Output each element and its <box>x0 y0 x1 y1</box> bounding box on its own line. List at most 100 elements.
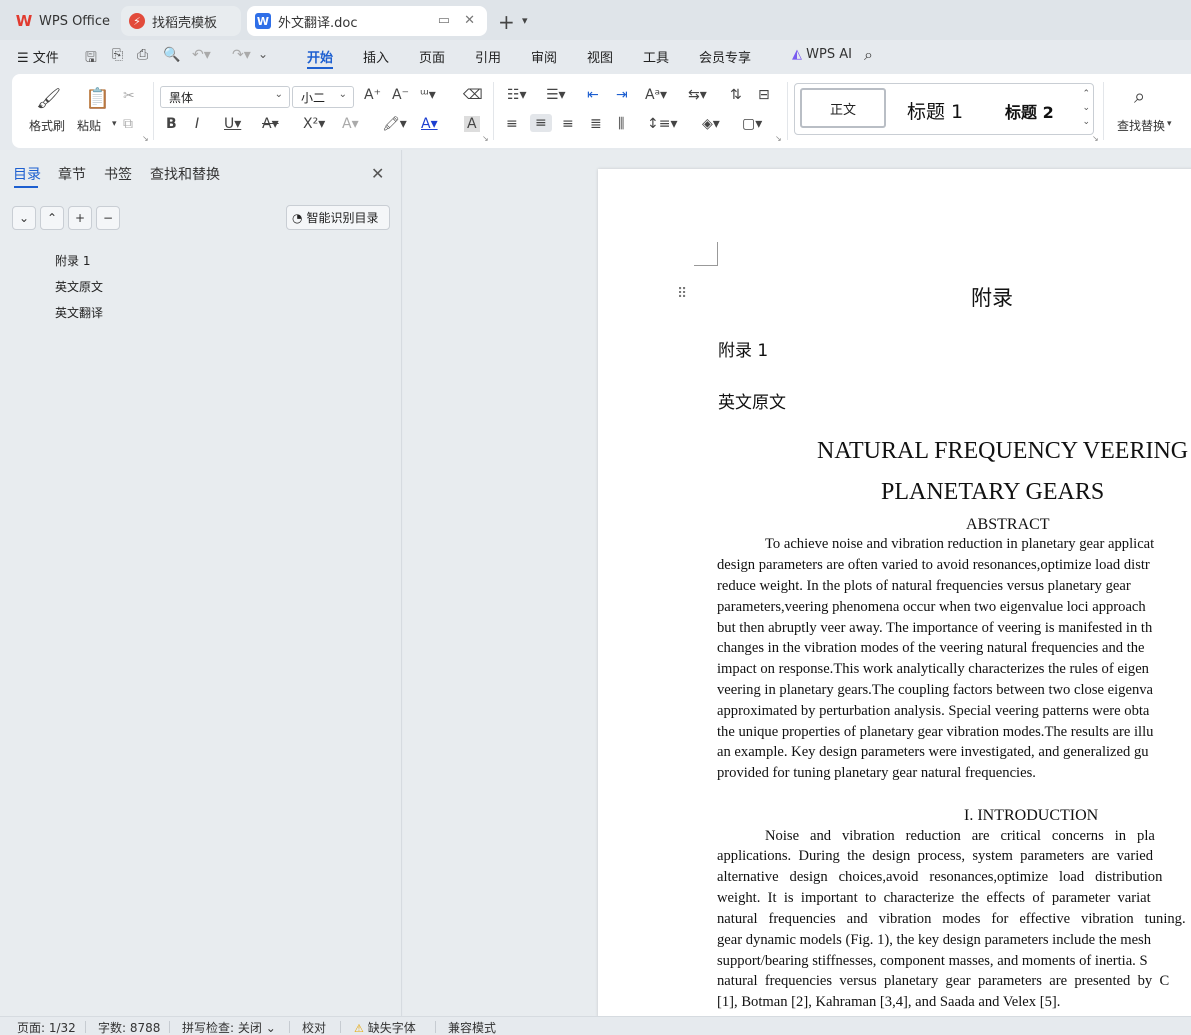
missing-fonts-button[interactable]: ⚠ 缺失字体 <box>354 1019 416 1035</box>
collapse-all-button[interactable]: ⌃ <box>40 206 64 230</box>
pane-tab-toc[interactable]: 目录 <box>13 164 41 184</box>
close-tab-icon[interactable]: ✕ <box>464 13 475 28</box>
share-link-icon[interactable]: ⎘ <box>112 47 123 63</box>
remove-heading-button[interactable]: − <box>96 206 120 230</box>
menu-tab-tools[interactable]: 工具 <box>643 47 669 66</box>
tab-template[interactable]: ⚡ 找稻壳模板 <box>121 6 241 36</box>
print-preview-icon[interactable]: 🔍 <box>163 47 180 63</box>
paste-chevron-icon[interactable]: ▾ <box>112 119 117 129</box>
strikethrough-icon[interactable]: A▾ <box>262 116 279 132</box>
underline-icon[interactable]: U▾ <box>224 116 241 132</box>
style-normal[interactable]: 正文 <box>800 88 886 128</box>
document-page[interactable]: ⠿ 附录 附录 1 英文原文 NATURAL FREQUENCY VEERING… <box>598 169 1191 1016</box>
toc-item[interactable]: 附录 1 <box>55 252 90 269</box>
tab-list-chevron-icon[interactable]: ▾ <box>522 14 528 27</box>
align-left-icon[interactable]: ≡ <box>506 116 518 132</box>
font-launcher-icon[interactable]: ↘ <box>482 134 489 143</box>
font-name-select[interactable]: 黑体 ⌄ <box>160 86 290 108</box>
menu-tab-reference[interactable]: 引用 <box>475 47 501 66</box>
smart-toc-button[interactable]: ◔ 智能识别目录 <box>286 205 390 230</box>
find-replace-label[interactable]: 查找替换 <box>1117 117 1165 134</box>
window-mode-icon[interactable]: ▭ <box>438 13 450 28</box>
drag-handle-icon[interactable]: ⠿ <box>677 286 687 302</box>
paste-icon[interactable]: 📋 <box>85 86 110 110</box>
menu-tab-insert[interactable]: 插入 <box>363 47 389 66</box>
menu-tab-view[interactable]: 视图 <box>587 47 613 66</box>
pane-tab-find-replace[interactable]: 查找和替换 <box>150 164 220 184</box>
bullet-list-icon[interactable]: ☷▾ <box>507 87 527 103</box>
find-replace-chevron-icon[interactable]: ▾ <box>1167 119 1172 129</box>
undo-icon[interactable]: ↶▾ <box>192 47 211 63</box>
menu-tab-page[interactable]: 页面 <box>419 47 445 66</box>
tab-wps-office[interactable]: W WPS Office <box>8 6 116 36</box>
char-shading-icon[interactable]: A <box>464 116 480 132</box>
word-count[interactable]: 字数: 8788 <box>98 1019 160 1035</box>
tab-document[interactable]: W 外文翻译.doc ▭ ✕ <box>247 6 487 36</box>
chinese-layout-icon[interactable]: ⇆▾ <box>688 87 707 103</box>
paragraph-launcher-icon[interactable]: ↘ <box>775 134 782 143</box>
redo-icon[interactable]: ↷▾ <box>232 47 251 63</box>
format-painter-label[interactable]: 格式刷 <box>29 117 65 134</box>
clipboard-launcher-icon[interactable]: ↘ <box>142 134 149 143</box>
toc-item[interactable]: 英文翻译 <box>55 304 103 321</box>
style-scroll-icon[interactable]: ⌃ ⌄ ⌄ <box>1082 87 1090 129</box>
menu-tab-start[interactable]: 开始 <box>307 47 333 66</box>
superscript-icon[interactable]: X²▾ <box>303 116 325 132</box>
menu-tab-member[interactable]: 会员专享 <box>699 47 751 66</box>
proofread-button[interactable]: 校对 <box>302 1019 326 1035</box>
shrink-font-icon[interactable]: A⁻ <box>392 87 409 103</box>
style-heading1[interactable]: 标题 1 <box>907 97 963 124</box>
close-pane-icon[interactable]: ✕ <box>371 164 384 183</box>
font-color-icon[interactable]: A▾ <box>421 116 438 132</box>
file-menu[interactable]: ☰ 文件 <box>17 47 59 66</box>
highlight-icon[interactable]: 🖍▾ <box>382 116 407 132</box>
toc-item[interactable]: 英文原文 <box>55 278 103 295</box>
expand-all-button[interactable]: ⌄ <box>12 206 36 230</box>
spell-check-toggle[interactable]: 拼写检查: 关闭 ⌄ <box>182 1019 276 1035</box>
search-icon[interactable]: ⌕ <box>864 45 873 65</box>
font-size-select[interactable]: 小二 ⌄ <box>292 86 354 108</box>
distribute-icon[interactable]: ⫼ <box>618 116 624 132</box>
document-canvas[interactable]: ⠿ 附录 附录 1 英文原文 NATURAL FREQUENCY VEERING… <box>403 150 1191 1016</box>
divider <box>493 82 494 140</box>
align-center-icon[interactable]: ≡ <box>530 114 552 132</box>
wps-logo-icon: W <box>15 12 33 30</box>
styles-launcher-icon[interactable]: ↘ <box>1092 134 1099 143</box>
paste-label[interactable]: 粘贴 <box>77 117 101 134</box>
shading-icon[interactable]: ◈▾ <box>702 116 720 132</box>
format-painter-icon[interactable]: 🖌 <box>36 86 61 110</box>
justify-icon[interactable]: ≣ <box>590 116 602 132</box>
style-heading2[interactable]: 标题 2 <box>1005 99 1054 123</box>
print-icon[interactable]: ⎙ <box>137 47 148 63</box>
borders-icon[interactable]: ▢▾ <box>742 116 762 132</box>
decrease-indent-icon[interactable]: ⇤ <box>587 87 599 103</box>
more-quick-access-icon[interactable]: ⌄ <box>258 47 268 61</box>
copy-icon[interactable]: ⧉ <box>123 116 133 132</box>
menu-tab-review[interactable]: 审阅 <box>531 47 557 66</box>
compat-mode-indicator: 兼容模式 <box>448 1021 497 1035</box>
new-tab-button[interactable]: + <box>498 10 515 34</box>
find-replace-icon[interactable]: ⌕ <box>1134 84 1145 108</box>
save-icon[interactable]: 🖫 <box>85 47 97 71</box>
cut-icon[interactable]: ✂ <box>123 88 135 104</box>
align-right-icon[interactable]: ≡ <box>562 116 574 132</box>
italic-icon[interactable]: I <box>195 116 199 132</box>
text-direction-icon[interactable]: Aᵃ▾ <box>645 87 667 103</box>
add-heading-button[interactable]: + <box>68 206 92 230</box>
wps-ai-button[interactable]: ◭ WPS AI <box>792 47 852 62</box>
divider <box>169 1021 170 1033</box>
pane-tab-chapters[interactable]: 章节 <box>58 164 86 184</box>
page-indicator[interactable]: 页面: 1/32 <box>17 1019 76 1035</box>
text-effect-icon[interactable]: A▾ <box>342 116 359 132</box>
line-spacing-icon[interactable]: ↕≡▾ <box>647 116 678 132</box>
pane-tab-bookmarks[interactable]: 书签 <box>104 164 132 184</box>
sort-icon[interactable]: ⇅ <box>730 87 742 103</box>
show-marks-icon[interactable]: ⊟ <box>758 87 770 103</box>
phonetic-guide-icon[interactable]: ᵚ▾ <box>420 87 436 103</box>
smart-toc-label: 智能识别目录 <box>306 211 379 225</box>
bold-icon[interactable]: B <box>166 116 177 132</box>
increase-indent-icon[interactable]: ⇥ <box>616 87 628 103</box>
grow-font-icon[interactable]: A⁺ <box>364 87 381 103</box>
numbered-list-icon[interactable]: ☰▾ <box>546 87 566 103</box>
clear-format-icon[interactable]: ⌫ <box>463 87 483 103</box>
